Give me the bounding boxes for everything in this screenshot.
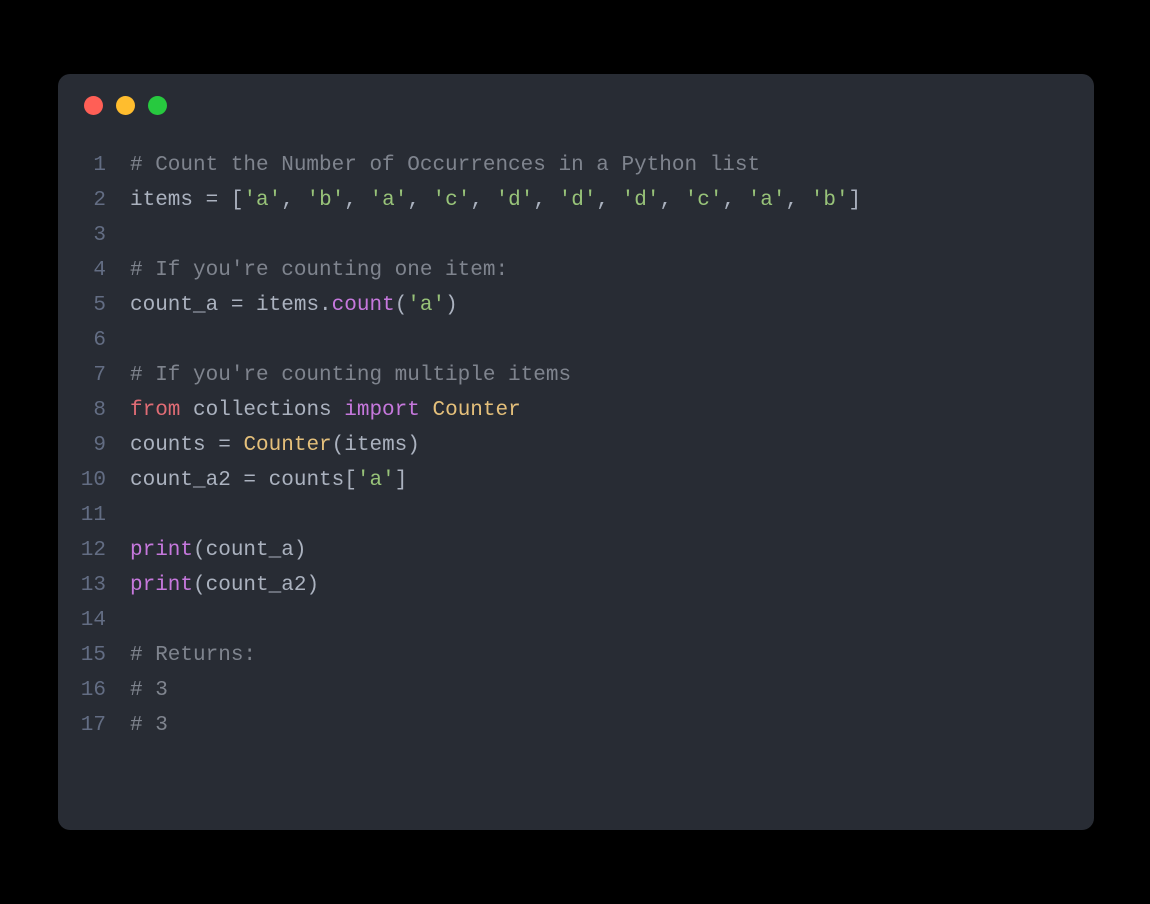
line-number: 17	[58, 708, 130, 743]
line-number: 14	[58, 603, 130, 638]
line-number: 6	[58, 323, 130, 358]
code-line: 13print(count_a2)	[58, 568, 1094, 603]
code-line: 17# 3	[58, 708, 1094, 743]
line-content: from collections import Counter	[130, 393, 521, 428]
line-number: 1	[58, 148, 130, 183]
line-number: 4	[58, 253, 130, 288]
code-line: 3	[58, 218, 1094, 253]
code-line: 8from collections import Counter	[58, 393, 1094, 428]
line-content: # If you're counting one item:	[130, 253, 508, 288]
line-number: 7	[58, 358, 130, 393]
code-line: 12print(count_a)	[58, 533, 1094, 568]
line-number: 15	[58, 638, 130, 673]
line-number: 16	[58, 673, 130, 708]
code-editor[interactable]: 1# Count the Number of Occurrences in a …	[58, 136, 1094, 743]
code-line: 11	[58, 498, 1094, 533]
code-line: 16# 3	[58, 673, 1094, 708]
line-content: print(count_a)	[130, 533, 306, 568]
line-number: 2	[58, 183, 130, 218]
code-line: 15# Returns:	[58, 638, 1094, 673]
code-line: 2items = ['a', 'b', 'a', 'c', 'd', 'd', …	[58, 183, 1094, 218]
code-line: 10count_a2 = counts['a']	[58, 463, 1094, 498]
line-number: 3	[58, 218, 130, 253]
line-content: count_a2 = counts['a']	[130, 463, 407, 498]
line-number: 5	[58, 288, 130, 323]
line-content: counts = Counter(items)	[130, 428, 420, 463]
code-line: 7# If you're counting multiple items	[58, 358, 1094, 393]
line-number: 12	[58, 533, 130, 568]
line-number: 13	[58, 568, 130, 603]
code-line: 1# Count the Number of Occurrences in a …	[58, 148, 1094, 183]
line-content: # Returns:	[130, 638, 256, 673]
code-line: 4# If you're counting one item:	[58, 253, 1094, 288]
code-line: 6	[58, 323, 1094, 358]
code-line: 9counts = Counter(items)	[58, 428, 1094, 463]
line-content: items = ['a', 'b', 'a', 'c', 'd', 'd', '…	[130, 183, 861, 218]
close-icon[interactable]	[84, 96, 103, 115]
line-content: count_a = items.count('a')	[130, 288, 458, 323]
window-titlebar	[58, 74, 1094, 136]
line-content: # 3	[130, 708, 168, 743]
code-line: 5count_a = items.count('a')	[58, 288, 1094, 323]
line-number: 10	[58, 463, 130, 498]
minimize-icon[interactable]	[116, 96, 135, 115]
line-number: 11	[58, 498, 130, 533]
line-content: # 3	[130, 673, 168, 708]
line-content: print(count_a2)	[130, 568, 319, 603]
zoom-icon[interactable]	[148, 96, 167, 115]
line-number: 8	[58, 393, 130, 428]
line-number: 9	[58, 428, 130, 463]
line-content: # Count the Number of Occurrences in a P…	[130, 148, 760, 183]
line-content: # If you're counting multiple items	[130, 358, 571, 393]
code-window: 1# Count the Number of Occurrences in a …	[58, 74, 1094, 830]
code-line: 14	[58, 603, 1094, 638]
